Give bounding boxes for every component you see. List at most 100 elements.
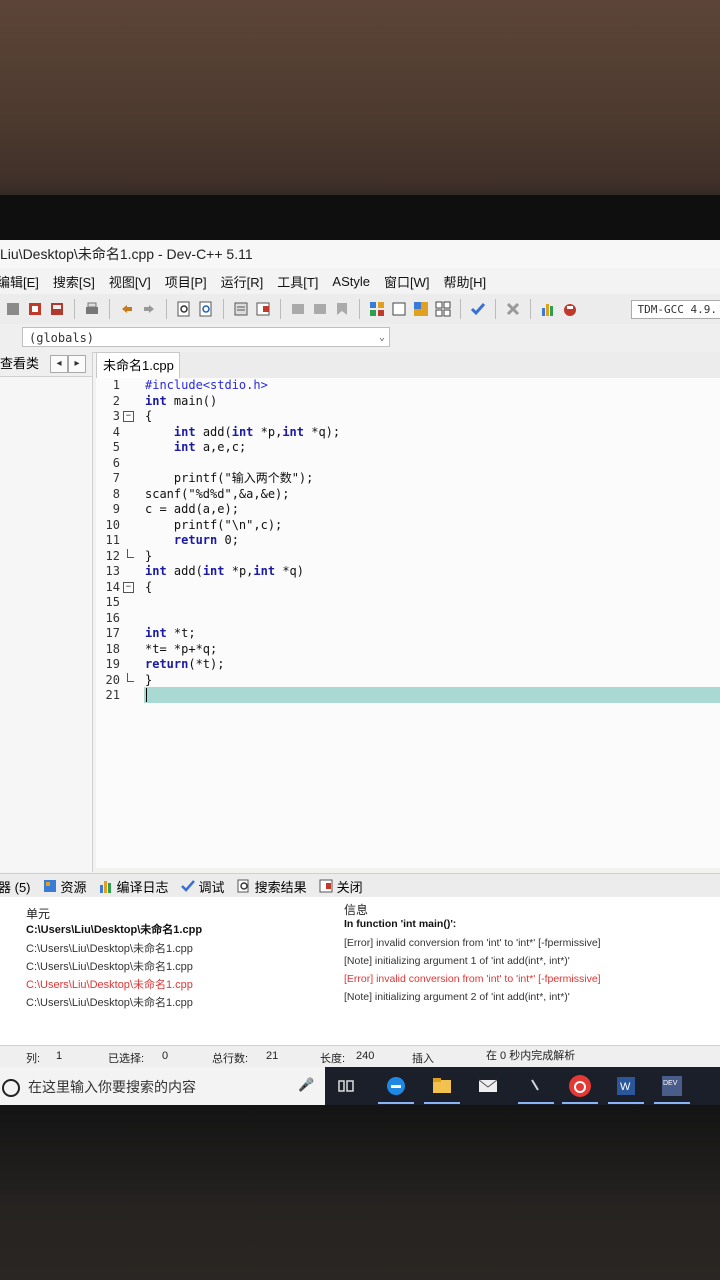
code-line: 5 int a,e,c; [96, 440, 720, 456]
tab-compiler[interactable]: 器 (5) [0, 877, 37, 896]
code-line: 6 [96, 456, 720, 472]
keyword-token: int [145, 564, 167, 578]
tab-close[interactable]: 关闭 [313, 877, 369, 896]
replace-icon[interactable] [197, 300, 215, 318]
close-all-icon[interactable] [26, 300, 44, 318]
code-text: return(*t); [145, 657, 225, 671]
line-number: 5 [112, 440, 120, 454]
run-icon[interactable] [390, 300, 408, 318]
line-number: 10 [105, 517, 120, 532]
taskbar-search[interactable]: 在这里输入你要搜索的内容 🎤 [0, 1067, 325, 1105]
save-all-icon[interactable] [48, 300, 66, 318]
menu-window[interactable]: 窗口[W] [377, 272, 437, 291]
devcpp-icon[interactable]: DEV [660, 1074, 684, 1098]
active-app-indicator [562, 1102, 598, 1104]
status-bar: 列: 1 已选择: 0 总行数: 21 长度: 240 插入 在 0 秒内完成解… [0, 1045, 720, 1068]
tab-compile-log-label: 编译日志 [116, 879, 169, 895]
tab-compiler-label: 器 (5) [0, 879, 31, 895]
chevron-left-icon[interactable]: ◂ [50, 355, 68, 373]
code-line: 17 int *t; [96, 626, 720, 642]
rebuild-icon[interactable] [434, 300, 452, 318]
message-info[interactable]: [Error] invalid conversion from 'int' to… [344, 937, 601, 949]
check-syntax-icon[interactable] [469, 300, 487, 318]
code-line: 12} [96, 548, 720, 565]
tab-compile-log[interactable]: 编译日志 [93, 877, 175, 896]
indent-icon[interactable] [289, 300, 307, 318]
menu-tools[interactable]: 工具[T] [270, 272, 325, 291]
fold-toggle-icon[interactable]: − [123, 581, 134, 593]
line-number: 2 [112, 393, 120, 408]
class-browser-header: 查看类 ◂ ▸ [0, 352, 92, 377]
edge-browser-icon[interactable] [384, 1074, 408, 1098]
profile-chart-icon[interactable] [539, 300, 557, 318]
bookmark-icon[interactable] [333, 300, 351, 318]
word-icon[interactable]: W [614, 1074, 638, 1098]
task-view-icon[interactable] [334, 1074, 358, 1098]
close-file-icon[interactable] [4, 300, 22, 318]
tab-file[interactable]: 未命名1.cpp [96, 352, 180, 378]
taskbar-search-placeholder: 在这里输入你要搜索的内容 [28, 1079, 196, 1095]
code-editor[interactable]: 1 #include<stdio.h> 2 int main() 3−{4 int ad… [96, 378, 720, 896]
compiler-select[interactable]: TDM-GCC 4.9. [630, 299, 720, 319]
code-text: *t= *p+*q; [145, 641, 218, 656]
scope-select[interactable]: (globals) ⌄ [22, 327, 390, 347]
menu-view[interactable]: 视图[V] [102, 272, 158, 291]
menu-edit[interactable]: 编辑[E] [0, 272, 46, 291]
code-text: } [145, 672, 153, 687]
tab-resources[interactable]: 资源 [37, 877, 93, 896]
find-icon[interactable] [175, 300, 193, 318]
message-unit[interactable]: C:\Users\Liu\Desktop\未命名1.cpp [26, 976, 193, 992]
window-title: Liu\Desktop\未命名1.cpp - Dev-C++ 5.11 [0, 240, 720, 268]
chevron-right-icon[interactable]: ▸ [68, 355, 86, 373]
keyword-token: int [145, 393, 167, 408]
keyword-token: int [145, 626, 167, 640]
message-unit[interactable]: C:\Users\Liu\Desktop\未命名1.cpp [26, 921, 202, 937]
message-unit[interactable]: C:\Users\Liu\Desktop\未命名1.cpp [26, 994, 193, 1010]
close-icon [319, 879, 333, 893]
menu-search[interactable]: 搜索[S] [46, 272, 102, 291]
menu-project[interactable]: 项目[P] [158, 272, 214, 291]
message-info[interactable]: [Note] initializing argument 2 of 'int a… [344, 991, 570, 1003]
code-line: 9 c = add(a,e); [96, 502, 720, 518]
keyword-token: return [173, 533, 218, 547]
unindent-icon[interactable] [311, 300, 329, 318]
pen-tool-icon[interactable] [524, 1074, 548, 1098]
tab-search-results[interactable]: 搜索结果 [231, 877, 313, 896]
line-number: 16 [105, 610, 120, 625]
message-unit[interactable]: C:\Users\Liu\Desktop\未命名1.cpp [26, 940, 193, 956]
toolbar-separator [530, 299, 531, 319]
message-info[interactable]: [Note] initializing argument 1 of 'int a… [344, 955, 570, 967]
mail-icon[interactable] [476, 1074, 500, 1098]
undo-icon[interactable] [118, 300, 136, 318]
tab-debug[interactable]: 调试 [175, 877, 231, 896]
toolbar: TDM-GCC 4.9. [0, 294, 720, 325]
status-lines-value: 21 [266, 1050, 279, 1062]
menu-astyle[interactable]: AStyle [325, 274, 377, 289]
fold-toggle-icon[interactable]: − [123, 411, 134, 422]
print-icon[interactable] [83, 300, 101, 318]
code-text: printf("输入两个数"); [145, 471, 314, 485]
message-info[interactable]: In function 'int main()': [344, 918, 456, 930]
keyword-token: int [202, 564, 225, 578]
file-explorer-icon[interactable] [430, 1074, 454, 1098]
menu-help[interactable]: 帮助[H] [437, 272, 494, 291]
compile-run-icon[interactable] [412, 300, 430, 318]
scope-bar: (globals) ⌄ [0, 324, 720, 353]
goto-line-icon[interactable] [232, 300, 250, 318]
redo-icon[interactable] [140, 300, 158, 318]
code-text: printf("\n",c); [145, 517, 283, 532]
line-number: 20 [105, 672, 120, 687]
debug-icon[interactable] [561, 300, 579, 318]
message-unit[interactable]: C:\Users\Liu\Desktop\未命名1.cpp [26, 958, 193, 974]
preprocessor-token: #include<stdio.h> [145, 378, 268, 392]
stop-icon[interactable] [504, 300, 522, 318]
compile-icon[interactable] [368, 300, 386, 318]
message-info[interactable]: [Error] invalid conversion from 'int' to… [344, 973, 601, 985]
menu-run[interactable]: 运行[R] [214, 272, 271, 291]
goto-function-icon[interactable] [254, 300, 272, 318]
status-mode: 插入 [412, 1053, 434, 1065]
microphone-icon[interactable]: 🎤 [298, 1077, 314, 1093]
toolbar-separator [223, 299, 224, 319]
search-icon [237, 879, 249, 893]
netease-music-icon[interactable] [568, 1074, 592, 1098]
